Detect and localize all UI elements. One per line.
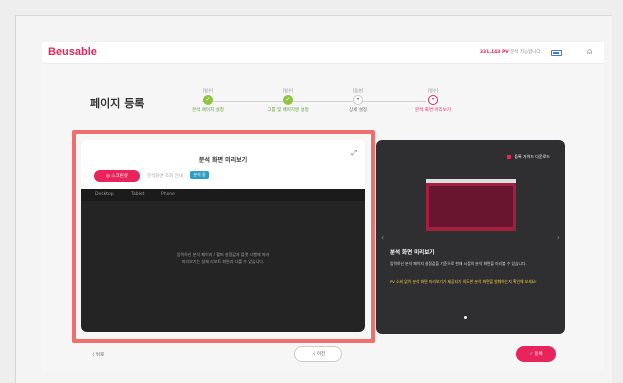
step-label: 분석 페이지 설정: [192, 108, 224, 113]
message-line-1: 입력하신 분석 페이지 / 헬퍼 설정값과 플랫 시행에 따라: [176, 252, 270, 257]
pagination-dot[interactable]: [464, 316, 467, 319]
guide-tab[interactable]: 분석화면 조회 안내: [147, 173, 183, 179]
step-tag: [필수]: [427, 88, 439, 93]
step-label: 상세 설정: [349, 108, 367, 113]
tab-phone[interactable]: Phone: [161, 192, 175, 197]
user-icon[interactable]: ⍝: [587, 47, 592, 57]
tab-tablet[interactable]: Tablet: [131, 192, 144, 197]
step-4: [필수] • 분석 화면 미리보기: [393, 88, 473, 113]
step-tag: [옵션]: [352, 88, 364, 93]
dot-icon: •: [353, 95, 363, 105]
status-badge: 분석 중: [190, 171, 209, 179]
step-2: [필수] ✓ 그룹 및 페이지명 설정: [248, 88, 328, 113]
submit-button[interactable]: ✓ 등록: [516, 346, 556, 362]
guide-screenshot: [426, 179, 516, 231]
page-title: 페이지 등록: [90, 97, 145, 110]
chevron-left-icon[interactable]: ‹: [381, 233, 384, 242]
step-tag: [필수]: [202, 88, 214, 93]
step-tag: [필수]: [282, 88, 294, 93]
preview-viewport: Desktop Tablet Phone 입력하신 분석 페이지 / 헬퍼 설정…: [81, 189, 365, 332]
check-icon: ✓: [203, 95, 213, 105]
expand-icon[interactable]: ⤢: [351, 149, 357, 158]
battery-icon: [551, 50, 562, 56]
tab-desktop[interactable]: Desktop: [95, 192, 114, 197]
guide-highlight: PV 소비 없이 분석 화면 미리보기가 제공되기 의도한 분석 화면을 발췌하…: [390, 279, 537, 284]
pv-text: 분석 가능합니다.: [510, 50, 542, 55]
stepper: [필수] ✓ 분석 페이지 설정 [필수] ✓ 그룹 및 페이지명 설정 [옵션…: [168, 88, 468, 118]
preview-message: 입력하신 분석 페이지 / 헬퍼 설정값과 플랫 시행에 따라 미리보기는 실제…: [81, 251, 365, 265]
dot-icon: •: [428, 95, 438, 105]
guide-paragraph: 입력하신 분석 페이지 설정값을 기준으로 현재 시점의 분석 화면을 미리볼 …: [390, 261, 527, 266]
check-icon: ✓: [283, 95, 293, 105]
screenshot-button[interactable]: ◎ 스크린샷: [94, 170, 140, 182]
logo[interactable]: Beusable: [48, 46, 97, 58]
chevron-right-icon[interactable]: ›: [557, 233, 560, 242]
pv-count: 331,143 PV: [479, 50, 509, 55]
step-label: 그룹 및 페이지명 설정: [267, 108, 309, 113]
guide-download-link[interactable]: 등록 가이드 다운로드: [507, 154, 550, 160]
step-1: [필수] ✓ 분석 페이지 설정: [168, 88, 248, 113]
step-label: 분석 화면 미리보기: [415, 108, 451, 113]
prev-button[interactable]: 〈 이전: [294, 346, 342, 362]
step-3: [옵션] • 상세 설정: [318, 88, 398, 113]
guide-heading: 분석 화면 미리보기: [390, 250, 435, 256]
device-tabs: Desktop Tablet Phone: [81, 189, 365, 201]
message-line-2: 미리보기는 실제 리포트 화면과 다를 수 있습니다.: [181, 259, 265, 264]
back-link[interactable]: 〈 뒤로: [90, 352, 104, 358]
preview-panel: 분석 화면 미리보기 ⤢ ◎ 스크린샷 분석화면 조회 안내 분석 중 Desk…: [81, 140, 365, 332]
preview-title: 분석 화면 미리보기: [198, 157, 248, 164]
mock-overlay: [429, 186, 513, 227]
guide-panel: 등록 가이드 다운로드 ‹ › 분석 화면 미리보기 입력하신 분석 페이지 설…: [376, 140, 565, 334]
top-bar: Beusable 331,143 PV 분석 가능합니다. ⍝: [42, 42, 604, 64]
pv-status: 331,143 PV 분석 가능합니다.: [480, 49, 542, 55]
